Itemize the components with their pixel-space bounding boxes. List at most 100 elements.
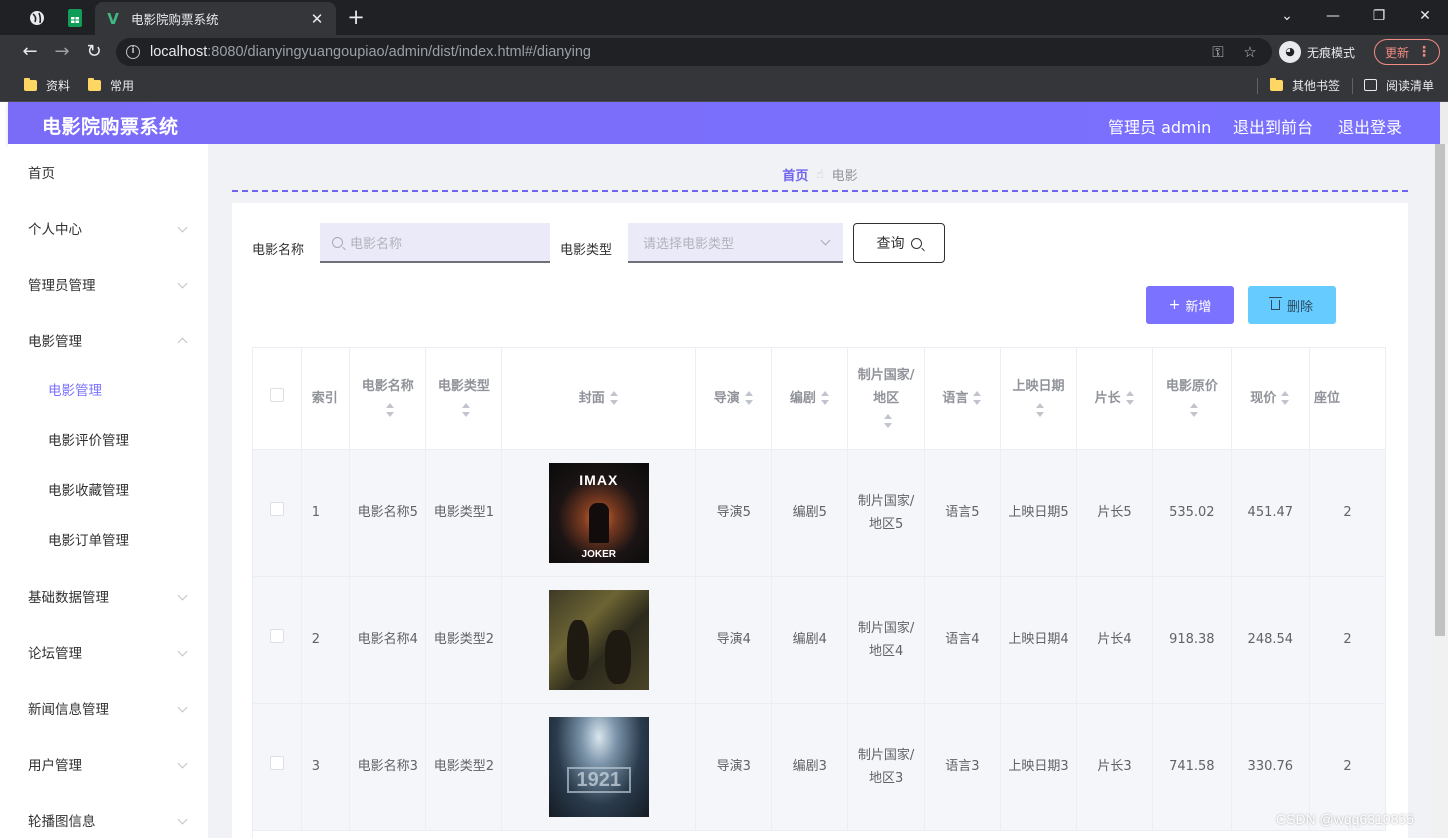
sidebar-item-users[interactable]: 用户管理 <box>8 736 208 792</box>
breadcrumb-current: 电影 <box>831 168 858 184</box>
column-header[interactable]: 导演 <box>695 348 773 450</box>
sidebar-subitem-movie-favorites[interactable]: 电影收藏管理 <box>8 464 208 514</box>
now-price-cell: 451.47 <box>1231 449 1311 577</box>
other-bookmarks-label: 其他书签 <box>1292 78 1341 93</box>
sort-icon[interactable] <box>1125 391 1135 406</box>
sort-icon[interactable] <box>820 391 830 406</box>
poster-image[interactable]: 1921 <box>548 716 649 817</box>
sort-icon[interactable] <box>883 414 893 429</box>
sort-icon[interactable] <box>385 402 395 417</box>
sidebar-item-label: 个人中心 <box>28 222 82 238</box>
other-bookmarks[interactable]: 其他书签 <box>1270 76 1340 94</box>
column-header[interactable]: 制片国家/地区 <box>847 348 925 450</box>
reading-list[interactable]: 阅读清单 <box>1364 76 1434 94</box>
seat-cell: 2 <box>1309 576 1386 704</box>
name-cell: 电影名称5 <box>349 449 427 577</box>
incognito-indicator[interactable]: ◕ 无痕模式 <box>1279 40 1355 64</box>
sort-icon[interactable] <box>1189 402 1199 417</box>
new-tab-button[interactable]: + <box>344 6 368 30</box>
column-header[interactable]: 编剧 <box>771 348 849 450</box>
browser-toolbar: ← → ↻ i localhost:8080/dianyingyuangoupi… <box>0 35 1448 69</box>
seat-cell: 2 <box>1309 449 1386 577</box>
length-cell: 片长3 <box>1076 703 1154 831</box>
forward-icon[interactable]: → <box>49 39 75 65</box>
sidebar-item-carousel[interactable]: 轮播图信息 <box>8 792 208 838</box>
sidebar-subitem-movie-orders[interactable]: 电影订单管理 <box>8 514 208 564</box>
column-header-label: 电影类型 <box>437 379 490 395</box>
column-header[interactable]: 现价 <box>1231 348 1311 450</box>
tab-globe[interactable] <box>20 4 54 32</box>
restore-icon[interactable]: ❐ <box>1356 2 1402 30</box>
sidebar-item-personal-center[interactable]: 个人中心 <box>8 200 208 256</box>
column-header[interactable]: 电影类型 <box>425 348 503 450</box>
column-header[interactable]: 语言 <box>924 348 1001 450</box>
date-cell: 上映日期3 <box>1000 703 1078 831</box>
column-header-label: 电影原价 <box>1165 379 1218 395</box>
table-row[interactable]: 3 电影名称3 电影类型2 1921 导演3 编剧3 制片国家/地区3 语言3 … <box>253 703 1386 831</box>
query-button[interactable]: 查询 <box>853 223 945 263</box>
sidebar-subitem-movie-reviews[interactable]: 电影评价管理 <box>8 414 208 464</box>
country-cell: 制片国家/地区3 <box>847 703 925 831</box>
sidebar-item-admin-management[interactable]: 管理员管理 <box>8 256 208 312</box>
reload-icon[interactable]: ↻ <box>81 39 107 65</box>
address-bar[interactable]: i localhost:8080/dianyingyuangoupiao/adm… <box>116 38 1272 66</box>
table-row[interactable]: 2 电影名称4 电影类型2 导演4 编剧4 制片国家/地区4 语言4 上映日期4… <box>253 576 1386 704</box>
chevron-down-icon[interactable]: ⌄ <box>1264 2 1310 30</box>
row-checkbox[interactable] <box>269 502 284 516</box>
column-header-label: 语言 <box>942 390 969 406</box>
sidebar-item-forum[interactable]: 论坛管理 <box>8 624 208 680</box>
sidebar-item-label: 电影评价管理 <box>48 433 129 449</box>
tab-sheets[interactable] <box>58 4 92 32</box>
logout-link[interactable]: 退出登录 <box>1338 114 1402 138</box>
select-all-checkbox[interactable] <box>269 387 284 402</box>
app-title: 电影院购票系统 <box>42 116 179 138</box>
header-edge <box>1440 102 1448 144</box>
add-button[interactable]: + 新增 <box>1146 286 1234 324</box>
info-icon[interactable]: i <box>126 45 140 59</box>
type-select[interactable]: 请选择电影类型 <box>628 223 843 263</box>
scrollbar[interactable] <box>1432 144 1448 838</box>
content-panel: 电影名称 电影名称 电影类型 请选择电影类型 查询 + 新增 删除 索引 电影名… <box>232 203 1408 838</box>
delete-button[interactable]: 删除 <box>1248 286 1336 324</box>
column-header[interactable]: 座位 <box>1309 348 1386 450</box>
star-icon[interactable]: ☆ <box>1240 42 1260 62</box>
sidebar-item-movie-management[interactable]: 电影管理 <box>8 312 208 368</box>
minimize-icon[interactable]: — <box>1310 2 1356 30</box>
sort-icon[interactable] <box>1280 391 1290 406</box>
poster-cell: 1921 <box>501 703 697 831</box>
column-header[interactable]: 片长 <box>1076 348 1154 450</box>
key-icon[interactable]: ⚿ <box>1208 42 1228 62</box>
update-button[interactable]: 更新 ⋮ <box>1374 39 1440 65</box>
column-header[interactable]: 电影名称 <box>349 348 427 450</box>
sidebar-item-home[interactable]: 首页 <box>8 144 208 200</box>
back-to-front-link[interactable]: 退出到前台 <box>1233 114 1313 138</box>
row-checkbox[interactable] <box>269 756 284 770</box>
column-header[interactable]: 封面 <box>501 348 697 450</box>
sort-icon[interactable] <box>744 391 754 406</box>
name-search-input[interactable]: 电影名称 <box>320 223 550 263</box>
window-close-icon[interactable]: ✕ <box>1402 2 1448 30</box>
sort-icon[interactable] <box>1035 402 1045 417</box>
bookmark-folder[interactable]: 资料 <box>24 76 70 94</box>
bookmark-folder[interactable]: 常用 <box>88 76 134 94</box>
table-row[interactable]: 1 电影名称5 电影类型1 IMAX JOKER 导演5 编剧5 制片国家/地区… <box>253 449 1386 577</box>
poster-image[interactable] <box>548 589 649 690</box>
sort-icon[interactable] <box>461 402 471 417</box>
close-icon[interactable]: ✕ <box>308 10 326 28</box>
delete-label: 删除 <box>1286 299 1313 315</box>
sort-icon[interactable] <box>609 391 619 406</box>
sidebar-item-news[interactable]: 新闻信息管理 <box>8 680 208 736</box>
row-checkbox[interactable] <box>269 629 284 643</box>
column-header[interactable]: 上映日期 <box>1000 348 1078 450</box>
sort-icon[interactable] <box>972 391 982 406</box>
sidebar-subitem-movies[interactable]: 电影管理 <box>8 364 208 414</box>
poster-image[interactable]: IMAX JOKER <box>548 462 649 563</box>
scrollbar-thumb[interactable] <box>1435 144 1445 636</box>
url-text: localhost:8080/dianyingyuangoupiao/admin… <box>150 44 591 60</box>
column-header[interactable]: 电影原价 <box>1152 348 1232 450</box>
breadcrumb-home[interactable]: 首页 <box>782 165 808 184</box>
sidebar-item-base-data[interactable]: 基础数据管理 <box>8 568 208 624</box>
poster-text: 1921 <box>576 768 622 791</box>
tab-active[interactable]: V 电影院购票系统 ✕ <box>95 2 336 35</box>
back-icon[interactable]: ← <box>17 39 43 65</box>
